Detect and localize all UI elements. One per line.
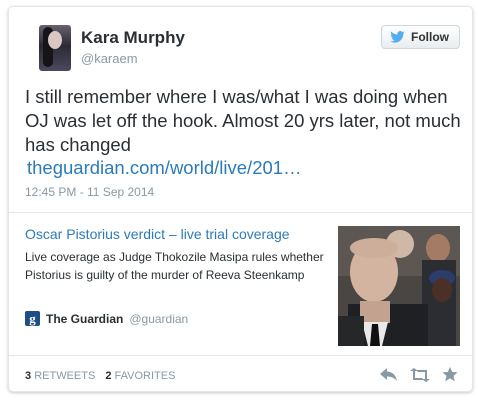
avatar[interactable] xyxy=(39,25,71,71)
favorites-stat[interactable]: 2 FAVORITES xyxy=(105,370,175,382)
divider-bottom xyxy=(9,355,472,356)
divider-top xyxy=(9,212,472,213)
summary-title[interactable]: Oscar Pistorius verdict – live trial cov… xyxy=(25,226,290,242)
avatar-face xyxy=(48,31,62,49)
follow-label: Follow xyxy=(411,30,449,44)
favorites-count: 2 xyxy=(105,370,112,382)
retweets-count: 3 xyxy=(25,370,32,382)
reply-icon[interactable] xyxy=(380,367,398,382)
retweets-stat[interactable]: 3 RETWEETS xyxy=(25,370,95,382)
tweet-actions xyxy=(380,367,458,382)
tweet-timestamp[interactable]: 12:45 PM - 11 Sep 2014 xyxy=(25,185,154,199)
tweet-link[interactable]: theguardian.com/world/live/201… xyxy=(27,157,302,179)
user-name[interactable]: Kara Murphy xyxy=(81,28,185,48)
summary-thumbnail[interactable] xyxy=(338,226,460,346)
retweet-icon[interactable] xyxy=(410,367,430,382)
tweet-stats: 3 RETWEETS 2 FAVORITES xyxy=(25,370,175,382)
user-handle[interactable]: @karaem xyxy=(81,51,138,66)
tweet-text: I still remember where I was/what I was … xyxy=(25,86,461,155)
summary-description: Live coverage as Judge Thokozile Masipa … xyxy=(25,250,324,282)
summary-source[interactable]: g The Guardian @guardian xyxy=(25,311,188,326)
favorites-label: FAVORITES xyxy=(114,370,176,382)
tweet-card: Kara Murphy @karaem Follow I still remem… xyxy=(8,6,473,392)
thumbnail-photo xyxy=(338,226,460,346)
retweets-label: RETWEETS xyxy=(34,370,96,382)
twitter-bird-icon xyxy=(390,31,405,43)
follow-button[interactable]: Follow xyxy=(381,25,460,49)
favorite-star-icon[interactable] xyxy=(442,367,458,382)
guardian-logo-icon: g xyxy=(25,311,40,326)
source-handle: @guardian xyxy=(129,311,189,326)
source-name: The Guardian xyxy=(46,311,124,326)
